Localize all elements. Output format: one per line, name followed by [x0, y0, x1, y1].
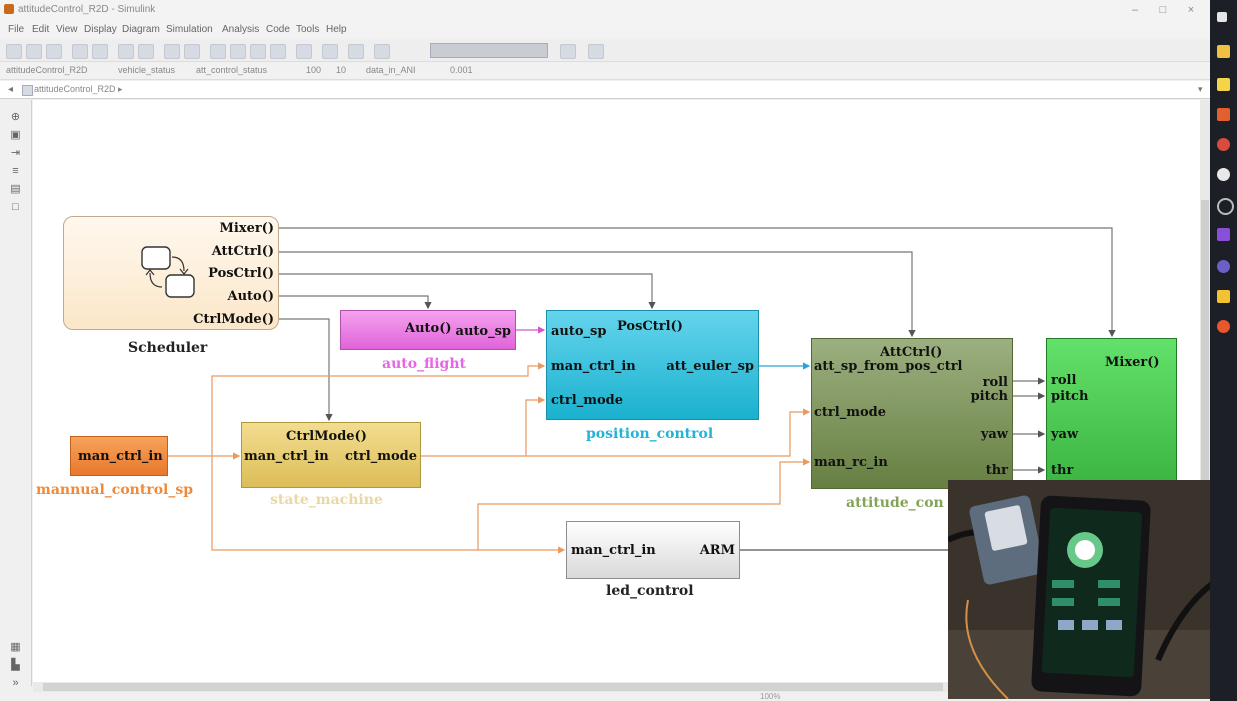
- att-sp-from-pos-ctrl-inport: att_sp_from_pos_ctrl: [814, 359, 963, 374]
- led-control-block[interactable]: man_ctrl_in ARM: [566, 521, 740, 579]
- roll-outport: roll: [982, 375, 1008, 390]
- position-control-block[interactable]: PosCtrl() auto_sp man_ctrl_in ctrl_mode …: [546, 310, 759, 420]
- horizontal-scroll-thumb[interactable]: [43, 683, 943, 691]
- attitude-control-label: attitude_con: [846, 495, 944, 511]
- hardware-photo-image: [948, 480, 1236, 699]
- file-explorer-icon[interactable]: [1217, 45, 1230, 58]
- led-control-label: led_control: [606, 583, 694, 599]
- folder-icon[interactable]: [1217, 290, 1230, 303]
- state-machine-label: state_machine: [270, 492, 383, 508]
- firefox-icon[interactable]: [1217, 320, 1230, 333]
- ctrl-mode-inport-att: ctrl_mode: [814, 405, 886, 420]
- scheduler-block[interactable]: Mixer() AttCtrl() PosCtrl() Auto() CtrlM…: [63, 216, 279, 330]
- port-mixer-call: Mixer(): [219, 221, 274, 236]
- settings-icon[interactable]: [1217, 168, 1230, 181]
- port-attctrl-call: AttCtrl(): [211, 244, 274, 259]
- auto-sp-outport: auto_sp: [455, 324, 511, 339]
- auto-flight-label: auto_flight: [382, 356, 466, 372]
- state-machine-block[interactable]: CtrlMode() man_ctrl_in ctrl_mode: [241, 422, 421, 488]
- chrome-icon[interactable]: [1217, 138, 1230, 151]
- auto-sp-inport: auto_sp: [551, 324, 607, 339]
- ctrlmode-call-line[interactable]: [279, 318, 333, 422]
- thr-outport: thr: [985, 463, 1008, 478]
- zoom-level: 100%: [760, 692, 781, 701]
- man-ctrl-in-inport: man_ctrl_in: [551, 359, 636, 374]
- auto-call-line[interactable]: [279, 295, 432, 310]
- webcam-photo: [948, 480, 1236, 699]
- auto-flight-block[interactable]: Auto() auto_sp: [340, 310, 516, 350]
- attitude-control-block[interactable]: AttCtrl() att_sp_from_pos_ctrl ctrl_mode…: [811, 338, 1013, 489]
- roll-inport: roll: [1051, 373, 1077, 388]
- yaw-inport: yaw: [1051, 427, 1079, 442]
- pin-icon[interactable]: [1217, 108, 1230, 121]
- mixer-trigger-port: Mixer(): [1105, 355, 1160, 370]
- sm-ctrl-mode-outport: ctrl_mode: [345, 449, 417, 464]
- port-auto-call: Auto(): [227, 289, 274, 304]
- att-euler-sp-outport: att_euler_sp: [666, 359, 754, 374]
- state-chart-icon: [141, 246, 195, 298]
- windows-taskbar: [1210, 0, 1237, 701]
- man-rc-in-inport: man_rc_in: [814, 455, 888, 470]
- port-ctrlmode-call: CtrlMode(): [193, 312, 274, 327]
- yaw-outport: yaw: [980, 427, 1008, 442]
- man-ctrl-in-inport-block[interactable]: man_ctrl_in: [70, 436, 168, 476]
- ctrl-mode-line[interactable]: [421, 396, 546, 457]
- windows-icon[interactable]: [1217, 12, 1227, 22]
- mixer-block[interactable]: Mixer() roll pitch yaw thr: [1046, 338, 1177, 484]
- auto-trigger-port: Auto(): [405, 321, 452, 336]
- sm-man-ctrl-in-inport: man_ctrl_in: [244, 449, 329, 464]
- thr-inport: thr: [1051, 463, 1074, 478]
- ctrl-mode-inport: ctrl_mode: [551, 393, 623, 408]
- port-posctrl-call: PosCtrl(): [208, 266, 274, 281]
- attctrl-trigger-port: AttCtrl(): [880, 345, 943, 360]
- pitch-outport: pitch: [970, 389, 1008, 404]
- ctrlmode-trigger-port: CtrlMode(): [286, 429, 367, 444]
- led-man-ctrl-in-inport: man_ctrl_in: [571, 543, 656, 558]
- man-ctrl-in-label: man_ctrl_in: [78, 449, 163, 464]
- sticky-notes-icon[interactable]: [1217, 78, 1230, 91]
- posctrl-trigger-port: PosCtrl(): [617, 319, 683, 334]
- cortana-icon[interactable]: [1217, 198, 1234, 215]
- app-icon[interactable]: [1217, 260, 1230, 273]
- arm-outport: ARM: [699, 543, 735, 558]
- pitch-inport: pitch: [1051, 389, 1089, 404]
- position-control-label: position_control: [586, 426, 714, 442]
- scheduler-label: Scheduler: [128, 340, 208, 356]
- manual-control-sp-label: mannual_control_sp: [36, 482, 194, 498]
- visual-studio-icon[interactable]: [1217, 228, 1230, 241]
- posctrl-call-line[interactable]: [279, 273, 656, 310]
